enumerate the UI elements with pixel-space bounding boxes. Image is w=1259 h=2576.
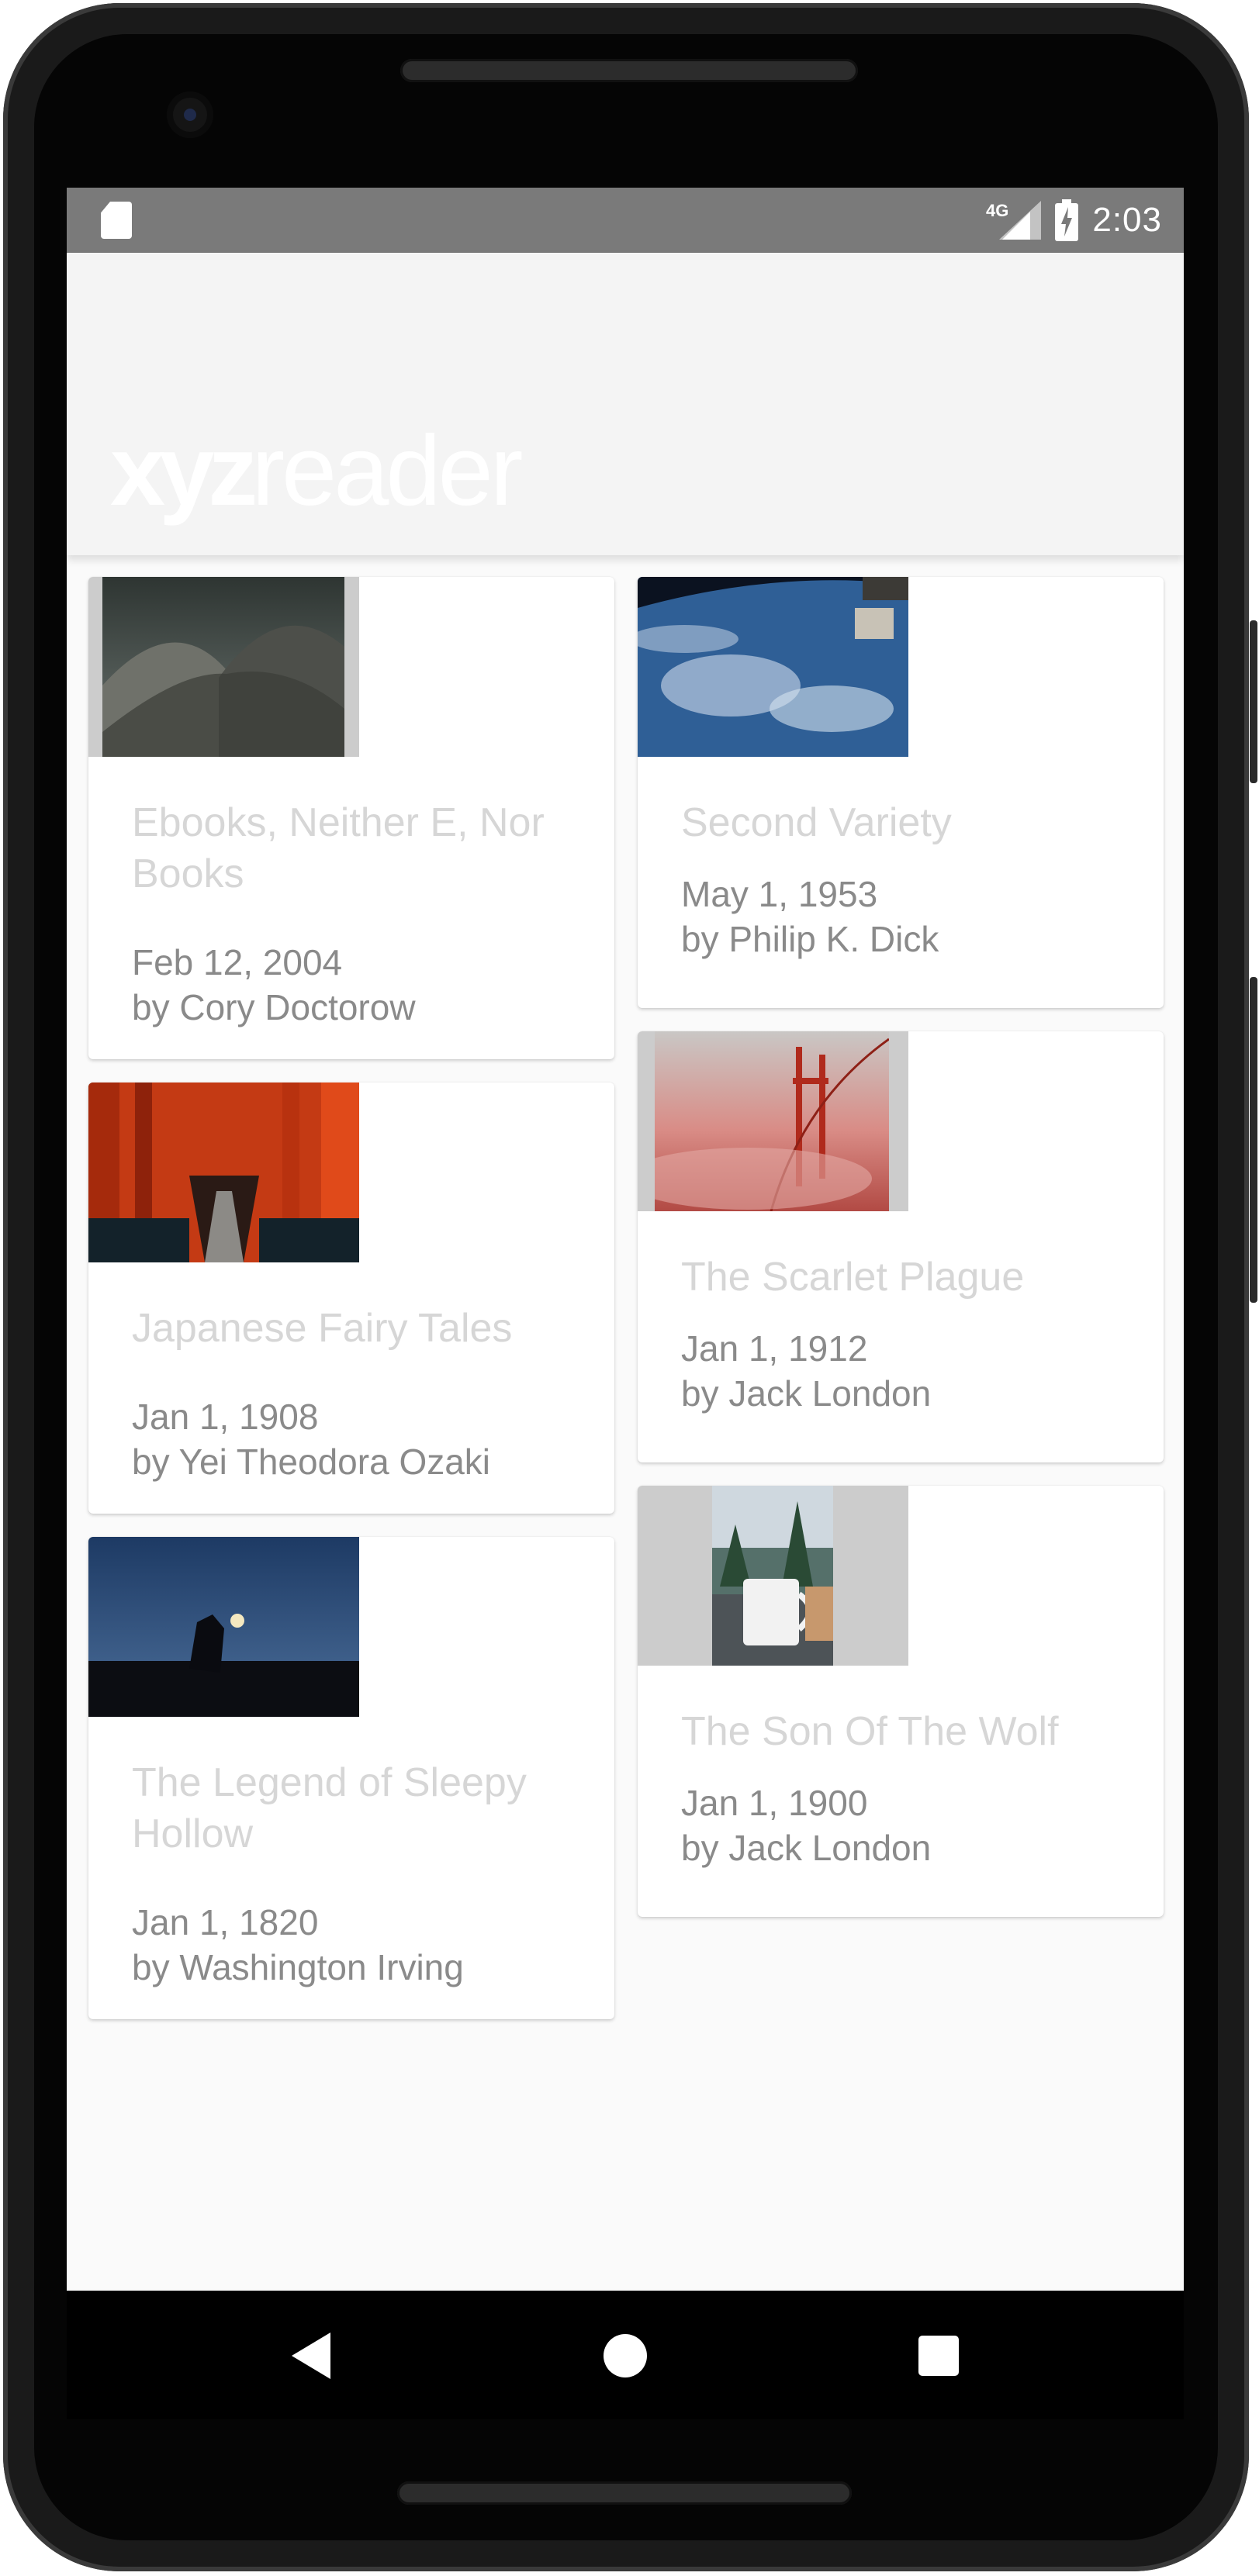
home-icon[interactable] xyxy=(604,2334,647,2377)
article-thumbnail xyxy=(88,1083,359,1262)
article-author: by Cory Doctorow xyxy=(132,987,416,1027)
network-type-label: 4G xyxy=(986,201,1009,220)
power-button xyxy=(1250,977,1257,1303)
earth-from-space-photo xyxy=(638,577,908,757)
sd-card-icon xyxy=(101,202,132,239)
article-title: Japanese Fairy Tales xyxy=(132,1306,513,1351)
article-date: May 1, 1953 xyxy=(681,874,878,914)
article-date: Jan 1, 1912 xyxy=(681,1328,868,1369)
status-bar: 4G 2:03 xyxy=(67,188,1184,253)
earpiece-speaker xyxy=(400,59,858,82)
article-title: The Son Of The Wolf xyxy=(681,1709,1059,1754)
article-author: by Jack London xyxy=(681,1373,932,1414)
status-clock: 2:03 xyxy=(1092,201,1162,239)
recents-icon[interactable] xyxy=(918,2336,959,2376)
article-date: Jan 1, 1820 xyxy=(132,1902,319,1942)
app-toolbar: xyzreader xyxy=(67,253,1184,555)
article-card[interactable]: The Scarlet Plague Jan 1, 1912 by Jack L… xyxy=(638,1031,1164,1462)
lantern-silhouette-photo xyxy=(88,1537,359,1717)
dome-roof-photo xyxy=(102,577,344,757)
app-logo: xyzreader xyxy=(110,422,523,521)
article-author: by Philip K. Dick xyxy=(681,919,939,959)
article-title: The Legend of Sleepy Hollow xyxy=(132,1760,527,1856)
article-author: by Yei Theodora Ozaki xyxy=(132,1442,491,1482)
article-date: Feb 12, 2004 xyxy=(132,942,343,982)
article-thumbnail xyxy=(88,1537,359,1717)
article-title: Ebooks, Neither E, Nor Books xyxy=(132,800,545,896)
bottom-speaker xyxy=(397,2481,852,2505)
article-author: by Washington Irving xyxy=(132,1947,464,1987)
article-card[interactable]: The Son Of The Wolf Jan 1, 1900 by Jack … xyxy=(638,1486,1164,1917)
article-card[interactable]: Second Variety May 1, 1953 by Philip K. … xyxy=(638,577,1164,1008)
article-thumbnail xyxy=(88,577,359,757)
golden-gate-fog-photo xyxy=(655,1031,889,1211)
back-icon[interactable] xyxy=(292,2333,330,2379)
torii-gates-photo xyxy=(88,1083,359,1262)
app-screen: 4G 2:03 xyzreader Ebooks, Neither E, Nor… xyxy=(67,188,1184,2291)
logo-light-text: reader xyxy=(251,416,523,527)
article-thumbnail xyxy=(638,1486,908,1666)
article-date: Jan 1, 1900 xyxy=(681,1783,868,1823)
camping-mug-photo xyxy=(712,1486,833,1666)
article-card[interactable]: Japanese Fairy Tales Jan 1, 1908 by Yei … xyxy=(88,1083,614,1514)
front-camera xyxy=(167,92,213,138)
article-thumbnail xyxy=(638,577,908,757)
article-title: The Scarlet Plague xyxy=(681,1255,1025,1300)
article-thumbnail xyxy=(638,1031,908,1211)
article-card[interactable]: Ebooks, Neither E, Nor Books Feb 12, 200… xyxy=(88,577,614,1059)
logo-bold-text: xyz xyxy=(110,416,258,527)
article-card[interactable]: The Legend of Sleepy Hollow Jan 1, 1820 … xyxy=(88,1537,614,2019)
article-date: Jan 1, 1908 xyxy=(132,1397,319,1437)
battery-charging-icon xyxy=(1055,199,1079,241)
article-author: by Jack London xyxy=(681,1828,932,1868)
article-title: Second Variety xyxy=(681,800,952,845)
system-nav-bar xyxy=(67,2291,1184,2419)
volume-button xyxy=(1250,620,1257,783)
